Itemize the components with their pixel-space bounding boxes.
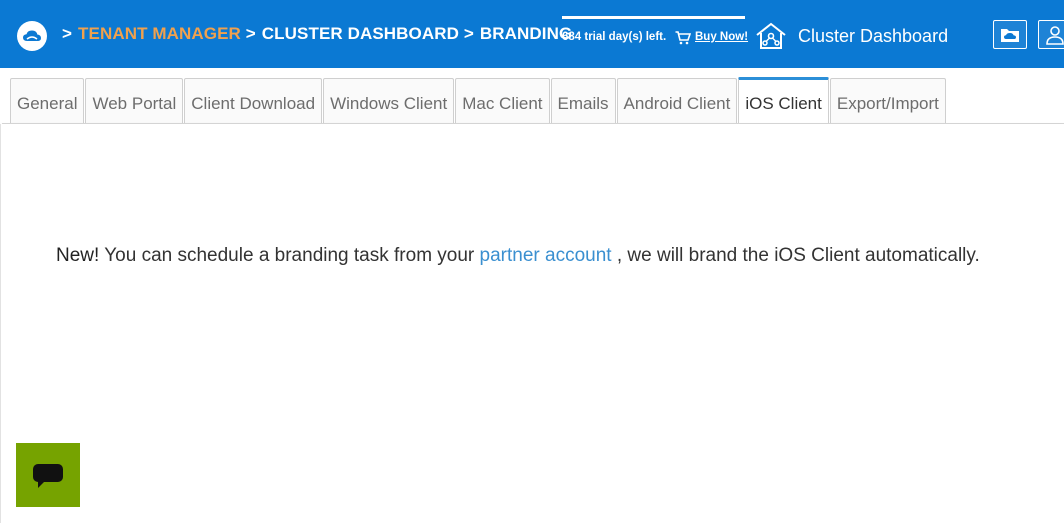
breadcrumb: > TENANT MANAGER > CLUSTER DASHBOARD > BRAN… xyxy=(62,24,572,44)
message-text-1: You can schedule a branding task from yo… xyxy=(99,245,480,266)
chat-button[interactable] xyxy=(16,443,80,507)
breadcrumb-separator: > xyxy=(245,24,256,43)
tab-web-portal[interactable]: Web Portal xyxy=(85,78,184,124)
breadcrumb-separator: > xyxy=(62,24,73,43)
breadcrumb-cluster-dashboard: CLUSTER DASHBOARD xyxy=(261,24,459,43)
new-label: New! xyxy=(56,245,100,266)
tab-mac-client[interactable]: Mac Client xyxy=(455,78,550,124)
branding-message: New! You can schedule a branding task fr… xyxy=(56,245,980,267)
user-button[interactable] xyxy=(1038,20,1064,49)
tab-windows-client[interactable]: Windows Client xyxy=(323,78,455,124)
chat-bubble-icon xyxy=(33,464,63,488)
buy-now-link[interactable]: Buy Now! xyxy=(695,31,748,43)
cloud-folder-icon xyxy=(1001,28,1019,42)
tab-toolbar-panel xyxy=(0,124,1064,196)
tab-android-client[interactable]: Android Client xyxy=(616,78,738,124)
tab-ios-client[interactable]: iOS Client xyxy=(738,77,829,124)
tab-client-download[interactable]: Client Download xyxy=(184,78,323,124)
user-icon xyxy=(1046,25,1064,45)
tab-general[interactable]: General xyxy=(10,78,85,124)
message-text-2: , we will brand the iOS Client automatic… xyxy=(611,245,980,266)
breadcrumb-branding: BRANDING xyxy=(479,24,573,43)
tab-emails[interactable]: Emails xyxy=(550,78,616,124)
top-header: > TENANT MANAGER > CLUSTER DASHBOARD > BRAN… xyxy=(0,0,1064,68)
breadcrumb-separator: > xyxy=(463,24,474,43)
branding-tabs: General Web Portal Client Download Windo… xyxy=(10,77,947,124)
dashboard-title: Cluster Dashboard xyxy=(798,26,949,46)
tab-export-import[interactable]: Export/Import xyxy=(829,78,946,124)
cloud-logo-icon[interactable] xyxy=(17,21,47,51)
partner-account-link[interactable]: partner account xyxy=(480,245,612,266)
breadcrumb-tenant-manager[interactable]: TENANT MANAGER xyxy=(78,24,241,43)
trial-progress-bar xyxy=(562,16,745,19)
cloud-folder-button[interactable] xyxy=(993,20,1027,49)
trial-days-text: 684 trial day(s) left. xyxy=(562,31,667,43)
shopping-cart-icon[interactable] xyxy=(675,31,691,45)
house-network-icon xyxy=(756,22,786,49)
